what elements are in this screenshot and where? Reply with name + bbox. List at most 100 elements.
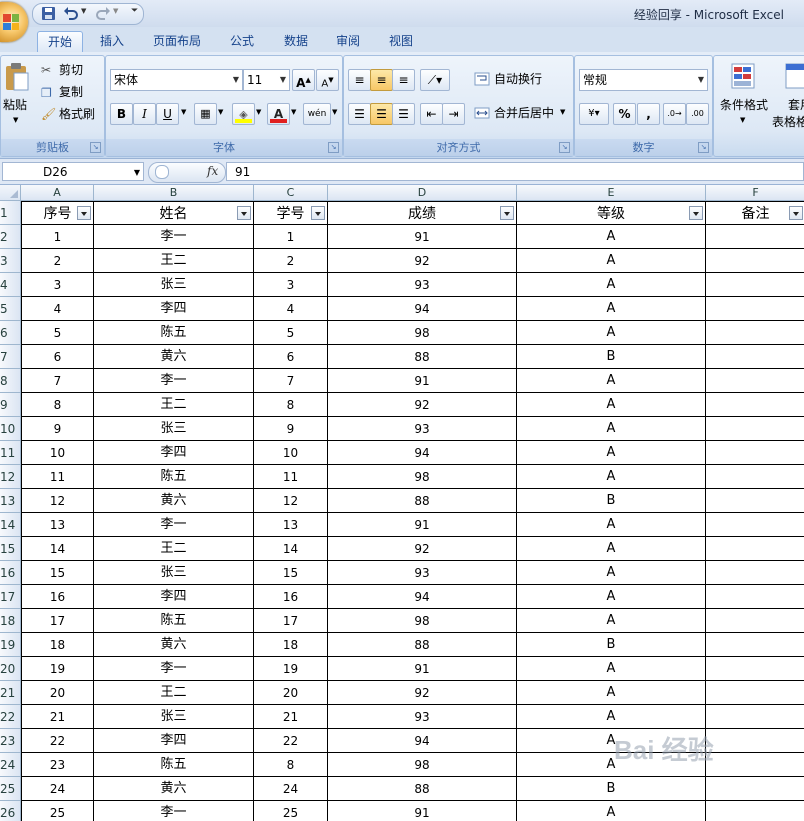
row-header-9[interactable]: 9 [0, 393, 21, 417]
cell-c11[interactable]: 10 [254, 441, 328, 465]
cell-a19[interactable]: 18 [21, 633, 94, 657]
cell-c13[interactable]: 12 [254, 489, 328, 513]
cell-b16[interactable]: 张三 [94, 561, 254, 585]
borders-icon[interactable]: ▦ [194, 103, 217, 125]
cell-a2[interactable]: 1 [21, 225, 94, 249]
column-header-b[interactable]: B [94, 185, 254, 201]
cell-f26[interactable] [706, 801, 804, 821]
cell-d21[interactable]: 92 [328, 681, 517, 705]
cell-a15[interactable]: 14 [21, 537, 94, 561]
font-size-select[interactable]: 11 ▼ [243, 69, 290, 91]
cell-c19[interactable]: 18 [254, 633, 328, 657]
cell-c9[interactable]: 8 [254, 393, 328, 417]
cell-c24[interactable]: 8 [254, 753, 328, 777]
cell-b26[interactable]: 李一 [94, 801, 254, 821]
table-format-label-2[interactable]: 表格格 [772, 111, 804, 133]
cell-d23[interactable]: 94 [328, 729, 517, 753]
row-header-13[interactable]: 13 [0, 489, 21, 513]
cell-f11[interactable] [706, 441, 804, 465]
cell-f10[interactable] [706, 417, 804, 441]
cell-b17[interactable]: 李四 [94, 585, 254, 609]
row-header-10[interactable]: 10 [0, 417, 21, 441]
row-header-6[interactable]: 6 [0, 321, 21, 345]
cell-a25[interactable]: 24 [21, 777, 94, 801]
cell-d6[interactable]: 98 [328, 321, 517, 345]
cell-f20[interactable] [706, 657, 804, 681]
column-header-a[interactable]: A [21, 185, 94, 201]
orientation-icon[interactable]: ⟋▾ [420, 69, 450, 91]
cell-e21[interactable]: A [517, 681, 706, 705]
row-header-2[interactable]: 2 [0, 225, 21, 249]
cell-e17[interactable]: A [517, 585, 706, 609]
fill-color-dropdown-icon[interactable]: ▼ [256, 108, 261, 116]
font-launcher-icon[interactable]: ↘ [328, 142, 339, 153]
cell-f17[interactable] [706, 585, 804, 609]
underline-dropdown-icon[interactable]: ▼ [181, 108, 186, 116]
cell-a5[interactable]: 4 [21, 297, 94, 321]
clipboard-launcher-icon[interactable]: ↘ [90, 142, 101, 153]
cell-f15[interactable] [706, 537, 804, 561]
row-header-26[interactable]: 26 [0, 801, 21, 821]
row-header-12[interactable]: 12 [0, 465, 21, 489]
paste-dropdown-icon[interactable]: ▼ [13, 116, 18, 124]
cell-a16[interactable]: 15 [21, 561, 94, 585]
row-header-1[interactable]: 1 [0, 201, 21, 225]
cell-c18[interactable]: 17 [254, 609, 328, 633]
copy-button[interactable]: 复制 [59, 81, 83, 103]
comma-button[interactable]: , [637, 103, 660, 125]
cell-b8[interactable]: 李一 [94, 369, 254, 393]
cell-d7[interactable]: 88 [328, 345, 517, 369]
cell-f13[interactable] [706, 489, 804, 513]
cell-d4[interactable]: 93 [328, 273, 517, 297]
cell-b23[interactable]: 李四 [94, 729, 254, 753]
cell-d3[interactable]: 92 [328, 249, 517, 273]
filter-dropdown-icon[interactable] [789, 206, 803, 220]
row-header-7[interactable]: 7 [0, 345, 21, 369]
column-header-e[interactable]: E [517, 185, 706, 201]
cell-a21[interactable]: 20 [21, 681, 94, 705]
align-left-icon[interactable]: ☰ [348, 103, 371, 125]
cell-a10[interactable]: 9 [21, 417, 94, 441]
number-launcher-icon[interactable]: ↘ [698, 142, 709, 153]
cell-c3[interactable]: 2 [254, 249, 328, 273]
wrap-text-button[interactable]: 自动换行 [494, 68, 542, 90]
cell-e11[interactable]: A [517, 441, 706, 465]
cell-c12[interactable]: 11 [254, 465, 328, 489]
cell-b7[interactable]: 黄六 [94, 345, 254, 369]
cell-c4[interactable]: 3 [254, 273, 328, 297]
font-name-select[interactable]: 宋体 ▼ [110, 69, 243, 91]
paste-icon[interactable] [3, 62, 31, 92]
percent-button[interactable]: % [613, 103, 636, 125]
cell-a13[interactable]: 12 [21, 489, 94, 513]
phonetic-icon[interactable]: wén [303, 103, 331, 125]
cell-b13[interactable]: 黄六 [94, 489, 254, 513]
row-header-25[interactable]: 25 [0, 777, 21, 801]
paste-button[interactable]: 粘贴 [3, 94, 27, 116]
cell-c17[interactable]: 16 [254, 585, 328, 609]
cell-b14[interactable]: 李一 [94, 513, 254, 537]
row-header-14[interactable]: 14 [0, 513, 21, 537]
cell-d8[interactable]: 91 [328, 369, 517, 393]
cell-a11[interactable]: 10 [21, 441, 94, 465]
bold-button[interactable]: B [110, 103, 133, 125]
row-header-16[interactable]: 16 [0, 561, 21, 585]
cell-e18[interactable]: A [517, 609, 706, 633]
cell-e6[interactable]: A [517, 321, 706, 345]
cell-d5[interactable]: 94 [328, 297, 517, 321]
cell-e10[interactable]: A [517, 417, 706, 441]
font-color-dropdown-icon[interactable]: ▼ [291, 108, 296, 116]
cell-b2[interactable]: 李一 [94, 225, 254, 249]
cell-a22[interactable]: 21 [21, 705, 94, 729]
cell-f22[interactable] [706, 705, 804, 729]
row-header-5[interactable]: 5 [0, 297, 21, 321]
cell-e19[interactable]: B [517, 633, 706, 657]
tab-review[interactable]: 审阅 [328, 31, 368, 52]
borders-dropdown-icon[interactable]: ▼ [218, 108, 223, 116]
cell-d18[interactable]: 98 [328, 609, 517, 633]
cell-f12[interactable] [706, 465, 804, 489]
cell-a12[interactable]: 11 [21, 465, 94, 489]
cell-a7[interactable]: 6 [21, 345, 94, 369]
cell-d15[interactable]: 92 [328, 537, 517, 561]
cell-a6[interactable]: 5 [21, 321, 94, 345]
column-header-f[interactable]: F [706, 185, 804, 201]
